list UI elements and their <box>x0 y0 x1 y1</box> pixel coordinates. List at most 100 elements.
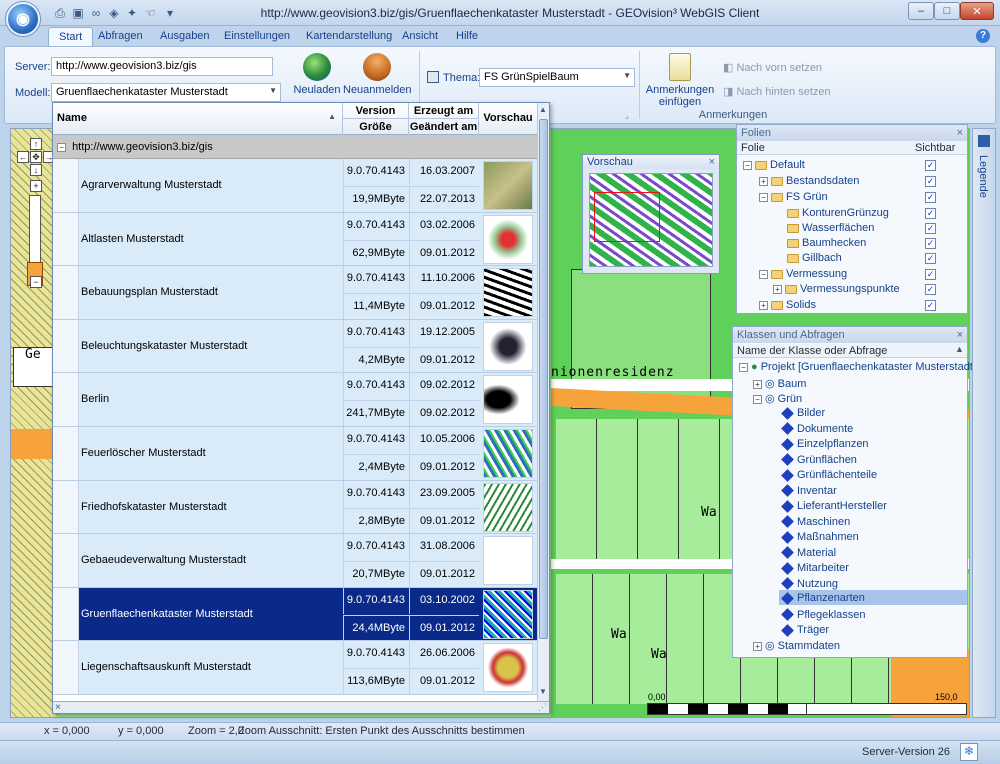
tab-kartendarstellung[interactable]: Kartendarstellung <box>296 27 402 46</box>
col-header-size[interactable]: Größe <box>343 119 409 135</box>
tab-ausgaben[interactable]: Ausgaben <box>150 27 220 46</box>
layer-vermessung[interactable]: − Vermessung <box>759 268 847 280</box>
class-item-selected[interactable]: Pflanzenarten <box>779 590 967 605</box>
vertical-scrollbar[interactable]: ▲ ▼ <box>537 103 549 701</box>
help-icon[interactable]: ? <box>976 29 990 43</box>
layer-baumhecken[interactable]: Baumhecken <box>787 237 866 249</box>
table-row[interactable]: Agrarverwaltung Musterstadt 9.0.70.4143 19… <box>53 159 537 213</box>
legend-sidebar-tab[interactable]: Legende <box>972 128 996 718</box>
theme-select[interactable]: FS GrünSpielBaum ▼ <box>479 68 635 87</box>
visible-checkbox[interactable]: ✓ <box>925 223 936 234</box>
layer-solids[interactable]: + Solids <box>759 299 816 311</box>
expand-icon[interactable]: + <box>759 300 768 310</box>
class-item[interactable]: Mitarbeiter <box>781 561 849 575</box>
qat-dropdown-icon[interactable]: ▾ <box>162 5 178 21</box>
table-row[interactable]: Gebaeudeverwaltung Musterstadt 9.0.70.414… <box>53 534 537 588</box>
expand-icon[interactable]: + <box>753 379 762 389</box>
collapse-icon[interactable]: − <box>57 142 66 152</box>
table-row[interactable]: Beleuchtungskataster Musterstadt 9.0.70.4… <box>53 319 537 374</box>
preview-map[interactable] <box>589 173 713 267</box>
pan-center-icon[interactable]: ✥ <box>30 151 42 163</box>
preview-viewport-rect[interactable] <box>594 192 660 242</box>
visible-checkbox[interactable]: ✓ <box>925 176 936 187</box>
layer-wasserflaechen[interactable]: Wasserflächen <box>787 222 874 234</box>
layer-vermessungspunkte[interactable]: + Vermessungspunkte <box>773 283 900 295</box>
visible-checkbox[interactable]: ✓ <box>925 269 936 280</box>
close-icon[interactable]: × <box>709 156 715 168</box>
table-row[interactable]: Liegenschaftsauskunft Musterstadt 9.0.70.… <box>53 641 537 695</box>
insert-annotation-button[interactable]: Anmerkungen einfügen <box>645 53 715 108</box>
class-item[interactable]: Inventar <box>781 484 837 497</box>
close-icon[interactable]: × <box>957 329 963 341</box>
snowflake-icon[interactable]: ❄ <box>960 743 978 761</box>
group-row[interactable]: − http://www.geovision3.biz/gis <box>53 135 537 159</box>
class-item[interactable]: Maßnahmen <box>781 530 859 544</box>
maximize-button[interactable]: □ <box>934 2 960 20</box>
close-button[interactable]: ✕ <box>960 2 994 20</box>
minimize-button[interactable]: – <box>908 2 934 20</box>
preview-icon[interactable]: ▣ <box>70 5 86 21</box>
class-stammdaten[interactable]: + ◎ Stammdaten <box>753 639 840 652</box>
scroll-down-icon[interactable]: ▼ <box>539 687 547 696</box>
layer-bestandsdaten[interactable]: + Bestandsdaten <box>759 175 859 187</box>
col-header-version[interactable]: Version <box>343 103 409 119</box>
close-icon[interactable]: × <box>957 127 963 139</box>
col-header-name[interactable]: Name ▲ <box>53 103 343 135</box>
relogin-button[interactable]: Neuanmelden <box>343 53 412 96</box>
print-icon[interactable]: ⎙ <box>52 5 68 21</box>
collapse-icon[interactable]: − <box>759 192 768 202</box>
table-row[interactable]: Friedhofskataster Musterstadt 9.0.70.4143… <box>53 480 537 535</box>
server-input[interactable]: http://www.geovision3.biz/gis <box>51 57 273 76</box>
visible-checkbox[interactable]: ✓ <box>925 192 936 203</box>
class-item[interactable]: LieferantHersteller <box>781 499 887 513</box>
tab-hilfe[interactable]: Hilfe <box>446 27 488 46</box>
expand-icon[interactable]: + <box>753 641 762 651</box>
collapse-icon[interactable]: − <box>743 160 752 170</box>
send-back-button[interactable]: ◨ Nach hinten setzen <box>723 85 831 98</box>
table-row-selected[interactable]: Gruenflaechenkataster Musterstadt 9.0.70.… <box>53 587 537 642</box>
dialog-launcher-icon[interactable]: ⌟ <box>625 111 629 120</box>
classes-header[interactable]: Name der Klasse oder Abfrage ▲ <box>733 344 967 358</box>
visible-checkbox[interactable]: ✓ <box>925 208 936 219</box>
tab-start[interactable]: Start <box>48 27 94 46</box>
class-gruen[interactable]: − ◎ Grün <box>753 392 802 405</box>
zoom-out-icon[interactable]: − <box>30 276 42 288</box>
bring-front-button[interactable]: ◧ Nach vorn setzen <box>723 61 822 74</box>
class-item[interactable]: Nutzung <box>781 577 838 590</box>
layer-default[interactable]: − Default <box>743 159 805 171</box>
class-item[interactable]: Einzelpflanzen <box>781 437 869 451</box>
col-header-changed[interactable]: Geändert am <box>409 119 479 135</box>
tools-icon[interactable]: ✦ <box>124 5 140 21</box>
table-row[interactable]: Feuerlöscher Musterstadt 9.0.70.4143 2,4MB… <box>53 427 537 481</box>
class-item[interactable]: Material <box>781 546 836 559</box>
hand-icon[interactable]: ☜ <box>142 5 158 21</box>
layers-icon[interactable]: ◈ <box>106 5 122 21</box>
pan-down-icon[interactable]: ↓ <box>30 164 42 176</box>
visible-checkbox[interactable]: ✓ <box>925 300 936 311</box>
table-row[interactable]: Altlasten Musterstadt 9.0.70.4143 62,9MByt… <box>53 212 537 267</box>
class-item[interactable]: Maschinen <box>781 515 850 528</box>
resize-grip-icon[interactable]: ⋰ <box>538 702 547 713</box>
model-select[interactable]: Gruenflaechenkataster Musterstadt ▼ <box>51 83 281 102</box>
expand-icon[interactable]: + <box>773 284 782 294</box>
zoom-slider[interactable] <box>29 195 41 265</box>
tab-einstellungen[interactable]: Einstellungen <box>214 27 300 46</box>
close-icon[interactable]: × <box>55 702 61 713</box>
table-row[interactable]: Berlin 9.0.70.4143 241,7MByte 09.02.2012 09.… <box>53 373 537 427</box>
visible-checkbox[interactable]: ✓ <box>925 238 936 249</box>
class-item[interactable]: Bilder <box>781 406 825 420</box>
class-item[interactable]: Dokumente <box>781 422 853 435</box>
collapse-icon[interactable]: − <box>753 394 762 404</box>
table-row[interactable]: Bebauungsplan Musterstadt 9.0.70.4143 11,4… <box>53 266 537 320</box>
class-item[interactable]: Grünflächenteile <box>781 468 877 482</box>
layer-fs-gruen[interactable]: − FS Grün <box>759 191 828 203</box>
visible-checkbox[interactable]: ✓ <box>925 160 936 171</box>
layer-gillbach[interactable]: Gillbach <box>787 252 842 264</box>
binoculars-icon[interactable]: ∞ <box>88 5 104 21</box>
tab-ansicht[interactable]: Ansicht <box>392 27 448 46</box>
visible-checkbox[interactable]: ✓ <box>925 253 936 264</box>
application-menu-button[interactable]: ◉ <box>6 2 40 36</box>
layer-konturengruenzug[interactable]: KonturenGrünzug <box>787 207 889 219</box>
visible-checkbox[interactable]: ✓ <box>925 284 936 295</box>
scroll-up-icon[interactable]: ▲ <box>539 105 547 114</box>
